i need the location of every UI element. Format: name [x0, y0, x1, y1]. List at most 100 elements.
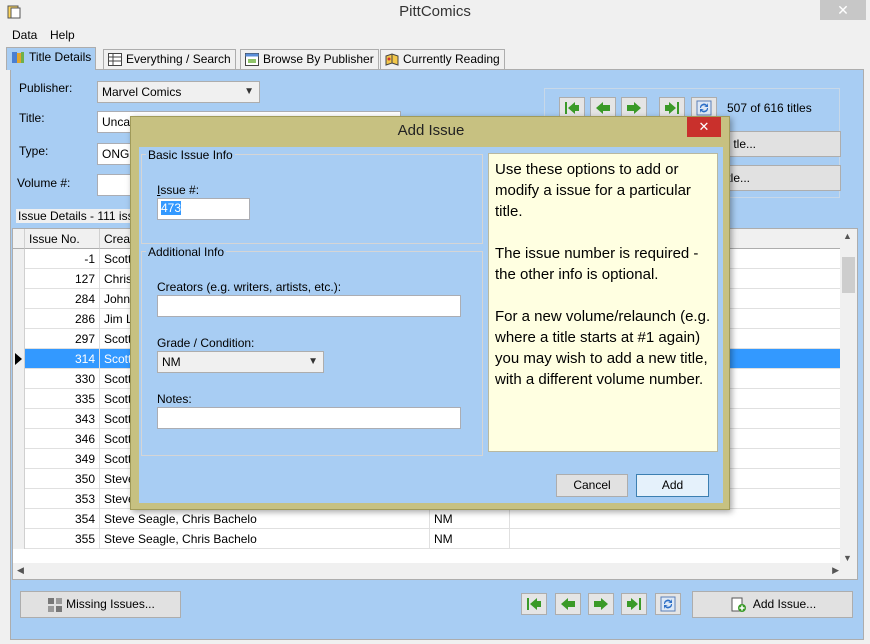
add-issue-label: Add Issue... [752, 597, 817, 611]
tab-label: Everything / Search [126, 52, 231, 66]
basic-issue-info-legend: Basic Issue Info [146, 148, 235, 162]
tab-title-details[interactable]: Title Details [6, 47, 97, 70]
row-header[interactable] [13, 369, 25, 389]
row-header[interactable] [13, 429, 25, 449]
row-header[interactable] [13, 409, 25, 429]
scroll-down-icon[interactable]: ▼ [843, 553, 852, 563]
cell-notes[interactable] [510, 529, 841, 549]
table-row[interactable]: 355 Steve Seagle, Chris Bachelo NM [13, 529, 841, 549]
refresh-icon [660, 596, 676, 612]
cell-creators[interactable]: Steve Seagle, Chris Bachelo [100, 529, 430, 549]
cell-issue-no[interactable]: 314 [25, 349, 100, 369]
refresh-issues-button[interactable] [655, 593, 681, 615]
publisher-value: Marvel Comics [102, 85, 182, 99]
row-header[interactable] [13, 469, 25, 489]
dialog-close-button[interactable]: ✕ [687, 117, 721, 137]
cell-grade[interactable]: NM [430, 509, 510, 529]
tab-label: Currently Reading [403, 52, 500, 66]
tab-label: Title Details [29, 50, 92, 64]
menu-data[interactable]: Data [12, 28, 37, 42]
cell-issue-no[interactable]: 297 [25, 329, 100, 349]
tab-everything-search[interactable]: Everything / Search [103, 49, 236, 69]
vertical-scrollbar[interactable]: ▲ ▼ [840, 229, 857, 565]
left-arrow-icon [561, 598, 575, 610]
cell-issue-no[interactable]: -1 [25, 249, 100, 269]
creators-label: Creators (e.g. writers, artists, etc.): [157, 280, 342, 294]
help-paragraph: Use these options to add or modify a iss… [495, 161, 691, 220]
row-header[interactable] [13, 389, 25, 409]
cell-issue-no[interactable]: 346 [25, 429, 100, 449]
help-paragraph: For a new volume/relaunch (e.g. where a … [495, 308, 711, 388]
issue-number-label: Issue #: [157, 183, 200, 197]
row-header[interactable] [13, 489, 25, 509]
row-header[interactable] [13, 349, 25, 369]
row-header[interactable] [13, 309, 25, 329]
issue-number-value: 473 [161, 201, 182, 215]
cell-issue-no[interactable]: 286 [25, 309, 100, 329]
window-title: PittComics [399, 3, 471, 20]
chevron-down-icon: ▼ [244, 86, 254, 97]
cell-creators[interactable]: Steve Seagle, Chris Bachelo [100, 509, 430, 529]
puzzle-icon [48, 598, 62, 612]
row-header[interactable] [13, 509, 25, 529]
menu-help[interactable]: Help [50, 28, 75, 42]
book-stack-icon [12, 52, 24, 63]
additional-info-legend: Additional Info [146, 245, 227, 259]
publisher-select[interactable]: Marvel Comics ▼ [97, 81, 260, 103]
first-issue-button[interactable] [521, 593, 547, 615]
scroll-left-icon[interactable]: ◀ [17, 565, 24, 576]
add-button[interactable]: Add [636, 474, 709, 497]
cell-issue-no[interactable]: 284 [25, 289, 100, 309]
vertical-scroll-thumb[interactable] [842, 257, 855, 293]
row-header[interactable] [13, 269, 25, 289]
table-row[interactable]: 354 Steve Seagle, Chris Bachelo NM [13, 509, 841, 529]
horizontal-scrollbar[interactable]: ◀ ▶ [13, 563, 857, 579]
cell-issue-no[interactable]: 355 [25, 529, 100, 549]
volume-label: Volume #: [17, 176, 71, 190]
creators-field[interactable] [157, 295, 461, 317]
cell-issue-no[interactable]: 330 [25, 369, 100, 389]
publisher-label: Publisher: [19, 81, 73, 95]
missing-issues-button[interactable]: Missing Issues... [20, 591, 181, 618]
row-header[interactable] [13, 449, 25, 469]
chevron-down-icon: ▼ [308, 356, 318, 367]
cell-issue-no[interactable]: 349 [25, 449, 100, 469]
cell-issue-no[interactable]: 354 [25, 509, 100, 529]
last-arrow-icon [665, 102, 679, 114]
cell-issue-no[interactable]: 127 [25, 269, 100, 289]
scroll-right-icon[interactable]: ▶ [832, 565, 839, 576]
cell-grade[interactable]: NM [430, 529, 510, 549]
tab-currently-reading[interactable]: Currently Reading [380, 49, 505, 69]
cell-notes[interactable] [510, 509, 841, 529]
cell-issue-no[interactable]: 343 [25, 409, 100, 429]
tab-browse-by-publisher[interactable]: Browse By Publisher [240, 49, 379, 69]
scroll-up-icon[interactable]: ▲ [843, 231, 852, 241]
add-issue-button[interactable]: Add Issue... [692, 591, 853, 618]
row-header[interactable] [13, 329, 25, 349]
issue-number-field[interactable]: 473 [157, 198, 250, 220]
cell-issue-no[interactable]: 350 [25, 469, 100, 489]
help-paragraph: The issue number is required - the other… [495, 245, 699, 283]
cell-issue-no[interactable]: 353 [25, 489, 100, 509]
row-header[interactable] [13, 249, 25, 269]
missing-issues-label: Missing Issues... [66, 597, 155, 611]
dialog-title: Add Issue [397, 122, 465, 139]
row-header[interactable] [13, 529, 25, 549]
menu-bar: Data Help [0, 26, 870, 46]
notes-label: Notes: [157, 392, 192, 406]
column-header-issue-no[interactable]: Issue No. [25, 229, 100, 249]
cell-issue-no[interactable]: 335 [25, 389, 100, 409]
first-arrow-icon [527, 598, 541, 610]
help-text-box: Use these options to add or modify a iss… [488, 153, 718, 452]
previous-issue-button[interactable] [555, 593, 581, 615]
refresh-icon [696, 100, 712, 116]
left-arrow-icon [596, 102, 610, 114]
notes-field[interactable] [157, 407, 461, 429]
grade-select[interactable]: NM ▼ [157, 351, 324, 373]
last-issue-button[interactable] [621, 593, 647, 615]
row-header[interactable] [13, 289, 25, 309]
window-close-button[interactable]: ✕ [820, 0, 866, 20]
cancel-button[interactable]: Cancel [556, 474, 628, 497]
last-arrow-icon [627, 598, 641, 610]
next-issue-button[interactable] [588, 593, 614, 615]
